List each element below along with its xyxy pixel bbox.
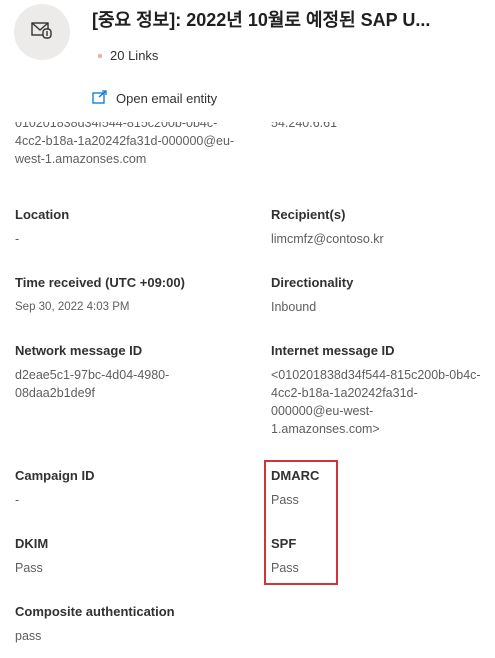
dkim-label: DKIM (15, 536, 49, 551)
status-dot (98, 53, 102, 58)
sender-ip-field: 54.240.6.61 (271, 122, 481, 138)
links-count: 20 Links (98, 48, 158, 63)
time-received-value: Sep 30, 2022 4:03 PM (15, 301, 130, 313)
dkim-field: DKIM Pass (15, 535, 245, 577)
open-email-entity-link[interactable]: Open email entity (92, 90, 217, 107)
recipients-label: Recipient(s) (271, 207, 346, 222)
time-received-field: Time received (UTC +09:00) Sep 30, 2022 … (15, 274, 245, 316)
open-email-entity-label[interactable]: Open email entity (116, 91, 217, 106)
details-panel[interactable]: 010201838d34f544-815c200b-0b4c-4cc2-b18a… (0, 122, 495, 658)
sender-ip-value: 54.240.6.61 (271, 122, 338, 130)
location-field: Location - (15, 206, 245, 248)
campaign-id-field: Campaign ID - (15, 467, 245, 509)
network-message-id-label: Network message ID (15, 343, 143, 358)
sender-field: 010201838d34f544-815c200b-0b4c-4cc2-b18a… (15, 122, 245, 174)
recipients-value: limcmfz@contoso.kr (271, 232, 384, 246)
location-label: Location (15, 207, 70, 222)
directionality-field: Directionality Inbound (271, 274, 481, 316)
open-external-icon (92, 90, 116, 107)
dkim-value: Pass (15, 561, 43, 575)
envelope-link-icon (31, 21, 53, 44)
network-message-id-field: Network message ID d2eae5c1-97bc-4d04-49… (15, 342, 215, 402)
directionality-label: Directionality (271, 275, 354, 290)
composite-auth-value: pass (15, 629, 42, 643)
directionality-value: Inbound (271, 300, 317, 314)
recipients-field: Recipient(s) limcmfz@contoso.kr (271, 206, 481, 248)
network-message-id-value: d2eae5c1-97bc-4d04-4980-08daa2b1de9f (15, 368, 170, 400)
campaign-id-label: Campaign ID (15, 468, 95, 483)
time-received-label: Time received (UTC +09:00) (15, 275, 185, 290)
auth-highlight-box (264, 460, 338, 585)
composite-auth-field: Composite authentication pass (15, 603, 315, 645)
internet-message-id-label: Internet message ID (271, 343, 395, 358)
email-avatar (14, 4, 70, 60)
email-header: [중요 정보]: 2022년 10월로 예정된 SAP U... 20 Link… (0, 0, 495, 122)
campaign-id-value: - (15, 493, 20, 507)
sender-value: 010201838d34f544-815c200b-0b4c-4cc2-b18a… (15, 122, 235, 166)
location-value: - (15, 232, 20, 246)
internet-message-id-field: Internet message ID <010201838d34f544-81… (271, 342, 481, 438)
composite-auth-label: Composite authentication (15, 604, 175, 619)
email-subject: [중요 정보]: 2022년 10월로 예정된 SAP U... (92, 10, 431, 30)
links-count-label: 20 Links (110, 48, 159, 63)
internet-message-id-value: <010201838d34f544-815c200b-0b4c-4cc2-b18… (271, 368, 481, 436)
